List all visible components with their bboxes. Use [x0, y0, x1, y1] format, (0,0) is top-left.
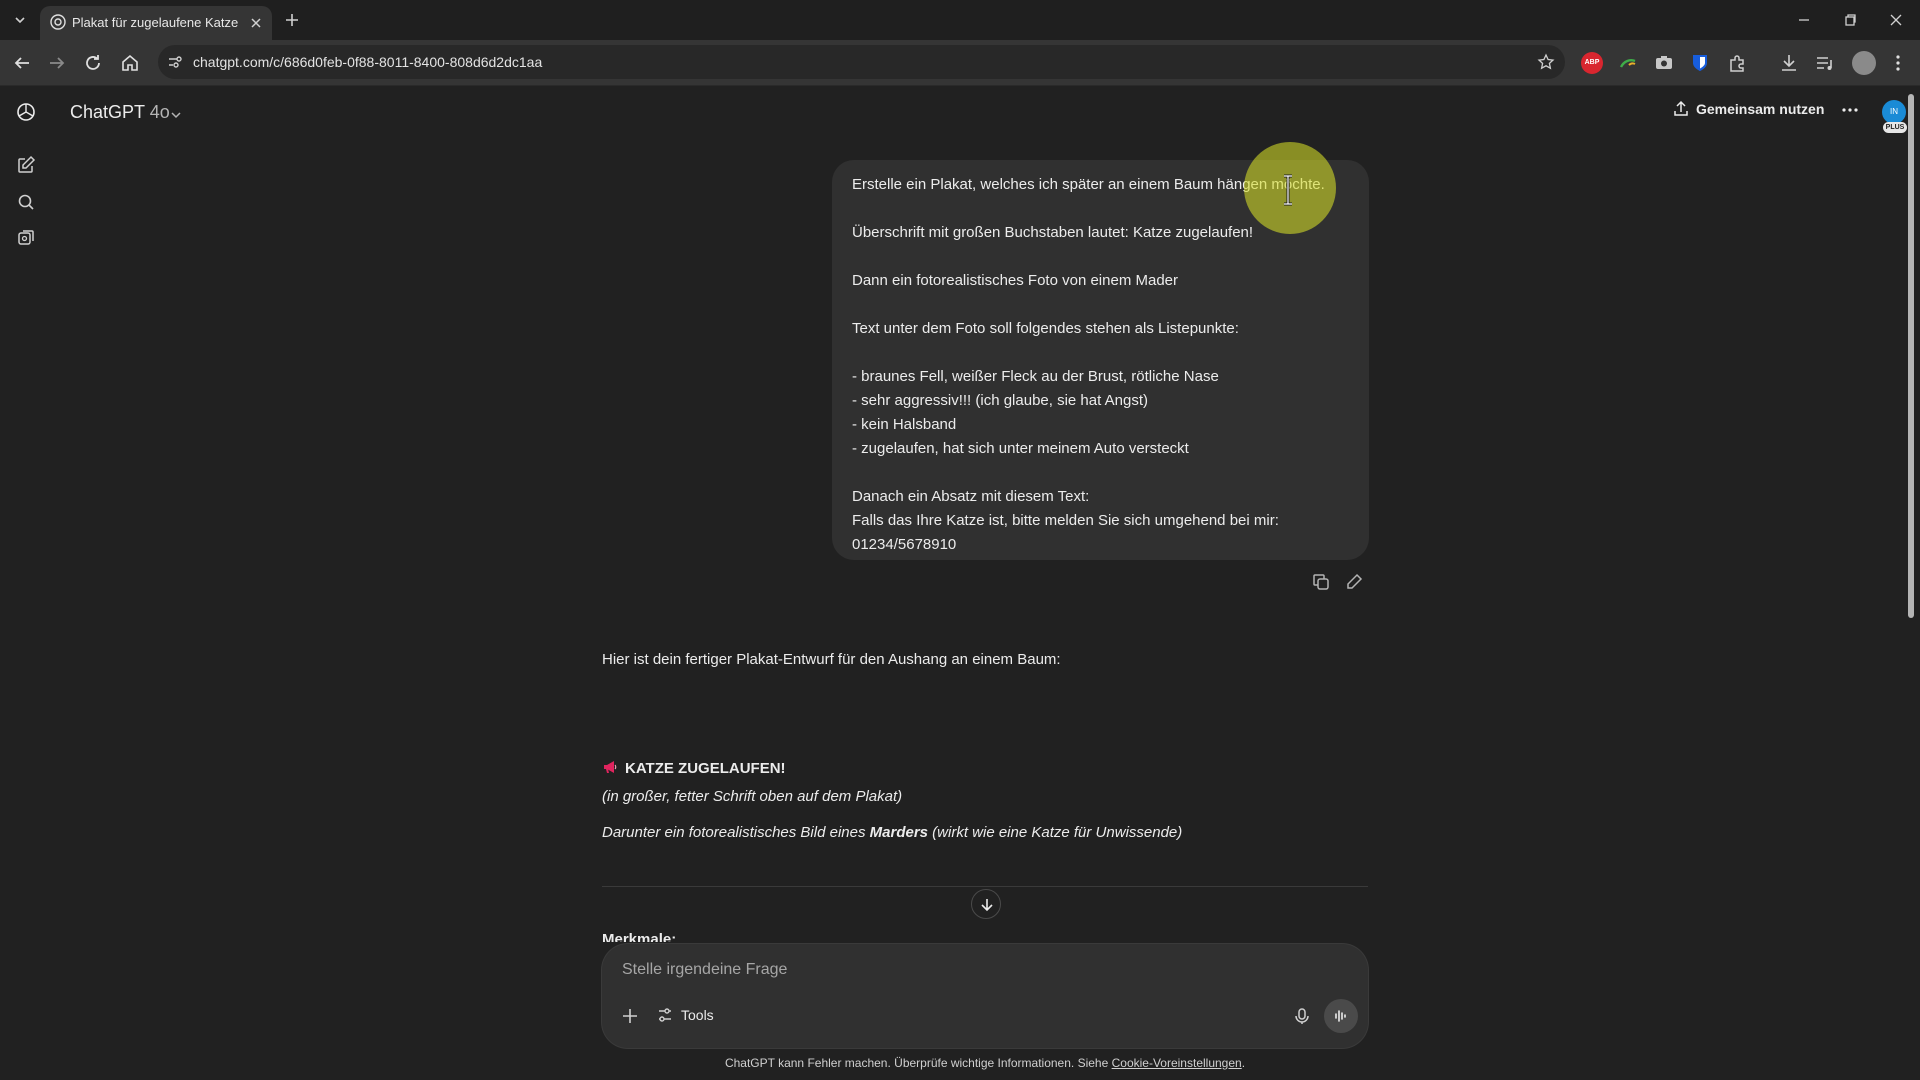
user-message-line — [852, 461, 1349, 485]
user-message-line: Falls das Ihre Katze ist, bitte melden S… — [852, 512, 1279, 529]
user-message-line: - zugelaufen, hat sich unter meinem Auto… — [852, 440, 1189, 457]
arrow-down-icon — [981, 899, 993, 912]
prompt-composer: Tools — [602, 944, 1368, 1048]
tools-label: Tools — [681, 1007, 714, 1023]
url-text: chatgpt.com/c/686d0feb-0f88-8011-8400-80… — [193, 54, 543, 70]
user-avatar[interactable]: IN — [1882, 100, 1906, 124]
tab-title: Plakat für zugelaufene Katze — [72, 15, 239, 30]
share-icon — [1672, 100, 1690, 118]
more-options-icon[interactable] — [1840, 100, 1860, 120]
library-icon[interactable] — [15, 227, 37, 249]
cookie-settings-link[interactable]: Cookie-Voreinstellungen — [1112, 1056, 1242, 1070]
user-message-line: - kein Halsband — [852, 416, 957, 433]
voice-mode-button[interactable] — [1324, 999, 1358, 1033]
plus-badge: PLUS — [1883, 122, 1907, 133]
copy-icon[interactable] — [1311, 572, 1331, 592]
user-message-line: Dann ein fotorealistisches Foto von eine… — [852, 272, 1179, 289]
chatgpt-app: ChatGPT 4o Gemeinsam nutzen IN PLUS Erst… — [0, 86, 1920, 1080]
openai-favicon-icon — [50, 14, 66, 30]
scrollbar[interactable] — [1906, 86, 1916, 1080]
restore-icon[interactable] — [1838, 8, 1862, 32]
poster-heading: KATZE ZUGELAUFEN! — [602, 760, 786, 777]
scrollbar-thumb[interactable] — [1908, 94, 1914, 618]
minimize-icon[interactable] — [1792, 8, 1816, 32]
new-chat-icon[interactable] — [15, 154, 37, 176]
browser-profile-avatar[interactable] — [1852, 51, 1876, 75]
user-message-line: 01234/5678910 — [852, 536, 957, 553]
abp-icon[interactable]: ABP — [1581, 52, 1603, 74]
features-heading: Merkmale: — [602, 932, 677, 942]
bitwarden-icon[interactable] — [1689, 52, 1711, 74]
edit-pencil-icon[interactable] — [1344, 572, 1364, 592]
user-message-line: - braunes Fell, weißer Fleck au der Brus… — [852, 368, 1219, 385]
reload-icon[interactable] — [81, 51, 105, 75]
back-arrow-icon[interactable] — [10, 51, 34, 75]
extension-icon[interactable] — [1617, 52, 1639, 74]
user-message-line — [852, 341, 1349, 365]
home-icon[interactable] — [118, 51, 142, 75]
heading-note: (in großer, fetter Schrift oben auf dem … — [602, 788, 903, 805]
poster-heading-text: KATZE ZUGELAUFEN! — [625, 760, 786, 777]
megaphone-icon — [602, 760, 618, 774]
site-settings-icon[interactable] — [166, 53, 184, 71]
openai-logo-icon[interactable] — [15, 101, 37, 123]
browser-menu-icon[interactable] — [1886, 51, 1910, 75]
tab-close-icon[interactable] — [248, 15, 264, 31]
assistant-intro: Hier ist dein fertiger Plakat-Entwurf fü… — [602, 651, 1061, 668]
browser-tab-bar: Plakat für zugelaufene Katze — [0, 0, 1920, 40]
divider — [602, 886, 1368, 887]
disclaimer: ChatGPT kann Fehler machen. Überprüfe wi… — [0, 1056, 1920, 1070]
media-controls-icon[interactable] — [1814, 52, 1836, 74]
model-name: ChatGPT — [70, 102, 145, 122]
user-message-line: Danach ein Absatz mit diesem Text: — [852, 488, 1090, 505]
share-label: Gemeinsam nutzen — [1696, 101, 1825, 117]
address-bar[interactable]: chatgpt.com/c/686d0feb-0f88-8011-8400-80… — [158, 45, 1565, 79]
image-description-bold: Marders — [869, 824, 928, 841]
prompt-input[interactable] — [622, 958, 1322, 982]
user-message-line: Text unter dem Foto soll folgendes stehe… — [852, 320, 1239, 337]
waveform-icon — [1335, 1010, 1346, 1022]
user-message-line — [852, 293, 1349, 317]
image-description-suffix: (wirkt wie eine Katze für Unwissende) — [928, 824, 1183, 841]
plus-icon[interactable] — [620, 1006, 640, 1026]
model-version: 4o — [149, 102, 170, 122]
sliders-icon — [657, 1007, 673, 1023]
disclaimer-suffix: . — [1241, 1056, 1246, 1070]
puzzle-icon[interactable] — [1726, 52, 1748, 74]
model-selector[interactable]: ChatGPT 4o — [70, 102, 170, 123]
download-icon[interactable] — [1778, 52, 1800, 74]
bookmark-star-icon[interactable] — [1537, 53, 1555, 71]
forward-arrow-icon[interactable] — [45, 51, 69, 75]
browser-tab[interactable]: Plakat für zugelaufene Katze — [40, 6, 272, 40]
user-message-line: - sehr aggressiv!!! (ich glaube, sie hat… — [852, 392, 1148, 409]
user-message-line — [852, 245, 1349, 269]
new-tab-plus-icon[interactable] — [282, 10, 302, 30]
camera-icon[interactable] — [1653, 52, 1675, 74]
tab-list-chevron-icon[interactable] — [10, 10, 30, 30]
text-cursor-icon — [1281, 174, 1295, 206]
browser-toolbar: chatgpt.com/c/686d0feb-0f88-8011-8400-80… — [0, 40, 1920, 86]
image-description-prefix: Darunter ein fotorealistisches Bild eine… — [602, 824, 870, 841]
search-icon[interactable] — [15, 191, 37, 213]
scroll-to-bottom-button[interactable] — [971, 889, 1001, 919]
image-description: Darunter ein fotorealistisches Bild eine… — [602, 824, 1182, 841]
microphone-icon[interactable] — [1292, 1006, 1312, 1026]
chevron-down-icon[interactable] — [169, 108, 183, 122]
disclaimer-text: ChatGPT kann Fehler machen. Überprüfe wi… — [724, 1056, 1112, 1070]
close-window-icon[interactable] — [1884, 8, 1908, 32]
